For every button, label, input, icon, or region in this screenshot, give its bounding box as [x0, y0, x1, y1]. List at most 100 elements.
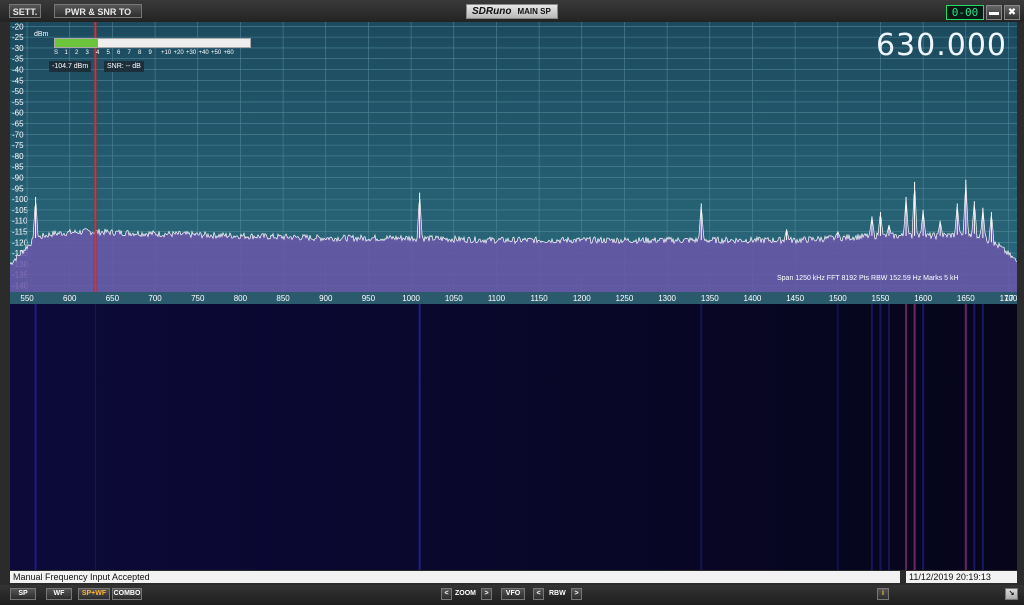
rbw-up-button[interactable]: >: [571, 588, 582, 600]
s-meter-fill: [55, 39, 98, 47]
waterfall-signal-line: [964, 304, 967, 570]
s-meter-tick: 3: [85, 50, 89, 56]
x-tick-label: 1200: [573, 294, 591, 303]
waterfall-signal-line: [836, 304, 839, 570]
zoom-out-button[interactable]: <: [441, 588, 452, 600]
zoom-in-button[interactable]: >: [481, 588, 492, 600]
s-meter-tick: 4: [96, 50, 100, 56]
s-meter-tick: +30: [186, 50, 197, 56]
s-meter-tick: +60: [223, 50, 234, 56]
resize-icon: ↘: [1008, 590, 1015, 597]
x-tick-label: 900: [319, 294, 333, 303]
spectrum-display[interactable]: -20 -25 -30 -35 -40-45 -50 -55 -60 -65-70 -75 -80 -…: [10, 22, 1017, 292]
waterfall-display[interactable]: [10, 304, 1017, 570]
vfo-button[interactable]: VFO: [501, 588, 525, 600]
combo-mode-button[interactable]: COMBO: [112, 588, 142, 600]
waterfall-signal-line: [922, 304, 925, 570]
y-tick-label: -30: [12, 44, 24, 53]
waterfall-signal-line: [870, 304, 873, 570]
s-meter-tick: 7: [127, 50, 131, 56]
s-meter-bar: [54, 38, 251, 48]
x-tick-label: 1400: [744, 294, 762, 303]
power-readout: -104.7 dBm: [49, 61, 92, 72]
s-meter-tick: +50: [211, 50, 222, 56]
x-tick-label: 1050: [445, 294, 463, 303]
frequency-axis: 550 600 650 700 750 800 850 900 950 1000 1050 1100 1…: [10, 292, 1017, 304]
x-tick-label: 650: [106, 294, 120, 303]
s-meter-tick: 8: [138, 50, 142, 56]
waterfall-background: [10, 304, 1017, 570]
x-tick-label: 1600: [914, 294, 932, 303]
sdruno-logo: SDRuno: [472, 6, 512, 17]
x-tick-label: 1150: [531, 294, 549, 303]
snr-readout: SNR: -- dB: [104, 61, 144, 72]
x-tick-label: 550: [20, 294, 34, 303]
x-tick-label: 1450: [786, 294, 804, 303]
y-tick-label: -45: [12, 76, 24, 85]
s-meter-tick: 1: [64, 50, 68, 56]
y-tick-label: -70: [12, 130, 24, 139]
waterfall-signal-line: [700, 304, 703, 570]
close-icon: ✖: [1007, 7, 1017, 18]
resize-button[interactable]: ↘: [1005, 588, 1018, 600]
panel-clock: 0-00: [946, 5, 984, 20]
s-meter-tick: 6: [117, 50, 121, 56]
s-meter-scale: S 1 2 3 4 5 6 7 8 9 +10 +20 +30 +40 +50 +60: [54, 50, 254, 58]
info-button[interactable]: i: [877, 588, 889, 600]
y-tick-label: -105: [12, 206, 29, 215]
y-tick-label: -80: [12, 152, 24, 161]
sp-mode-button[interactable]: SP: [10, 588, 36, 600]
waterfall-signal-line: [34, 304, 37, 570]
x-tick-label: 1500: [829, 294, 847, 303]
y-tick-label: -25: [12, 33, 24, 42]
y-tick-label: -110: [12, 217, 28, 226]
y-tick-label: -75: [12, 141, 24, 150]
close-button[interactable]: ✖: [1004, 5, 1020, 20]
dbm-unit-label: dBm: [34, 31, 49, 38]
panel-name: MAIN SP: [517, 7, 551, 16]
s-meter-tick: +40: [198, 50, 209, 56]
waterfall-signal-line: [879, 304, 882, 570]
status-datetime: 11/12/2019 20:19:13: [906, 571, 1017, 583]
x-tick-label: 600: [63, 294, 77, 303]
y-tick-label: -95: [12, 184, 24, 193]
waterfall-signal-line: [973, 304, 976, 570]
x-tick-label: 1250: [616, 294, 634, 303]
frequency-display[interactable]: 630.000: [876, 28, 1007, 63]
spectrum-info: Span 1250 kHz FFT 8192 Pts RBW 152.59 Hz…: [777, 275, 959, 282]
zoom-label: ZOOM: [455, 590, 476, 597]
s-meter-tick: +20: [173, 50, 184, 56]
y-tick-label: -35: [12, 55, 24, 64]
x-tick-label: 700: [148, 294, 162, 303]
window-title: SDRuno MAIN SP: [466, 4, 558, 19]
x-tick-label: 1350: [701, 294, 719, 303]
x-tick-label: 800: [234, 294, 248, 303]
minimize-button[interactable]: ▬: [986, 5, 1002, 20]
status-message: Manual Frequency Input Accepted: [10, 571, 900, 583]
x-tick-label: 950: [362, 294, 376, 303]
wf-mode-button[interactable]: WF: [46, 588, 72, 600]
y-tick-label: -65: [12, 120, 24, 129]
pwr-snr-csv-button[interactable]: PWR & SNR TO CSV: [54, 4, 142, 31]
y-tick-label: -60: [12, 109, 24, 118]
rbw-down-button[interactable]: <: [533, 588, 544, 600]
waterfall-signal-line: [905, 304, 908, 570]
y-tick-label: -20: [12, 22, 24, 31]
waterfall-signal-line: [981, 304, 984, 570]
s-meter-tick: S: [54, 50, 59, 56]
y-tick-label: -85: [12, 163, 24, 172]
y-tick-label: -40: [12, 66, 24, 75]
minimize-icon: ▬: [989, 7, 999, 18]
x-tick-label: 1650: [957, 294, 975, 303]
x-tick-label: 850: [276, 294, 290, 303]
s-meter-tick: 2: [75, 50, 79, 56]
y-tick-label: -115: [12, 228, 28, 237]
settings-button[interactable]: SETT.: [9, 4, 41, 18]
waterfall-signal-line: [418, 304, 421, 570]
x-tick-label: 750: [191, 294, 205, 303]
s-meter-tick: +10: [161, 50, 172, 56]
y-tick-label: -50: [12, 87, 24, 96]
sdruno-main-sp-window: SETT. PWR & SNR TO CSV SDRuno MAIN SP 0-0…: [0, 0, 1024, 605]
sp-wf-mode-button[interactable]: SP+WF: [78, 588, 110, 600]
s-meter-tick: 5: [106, 50, 110, 56]
